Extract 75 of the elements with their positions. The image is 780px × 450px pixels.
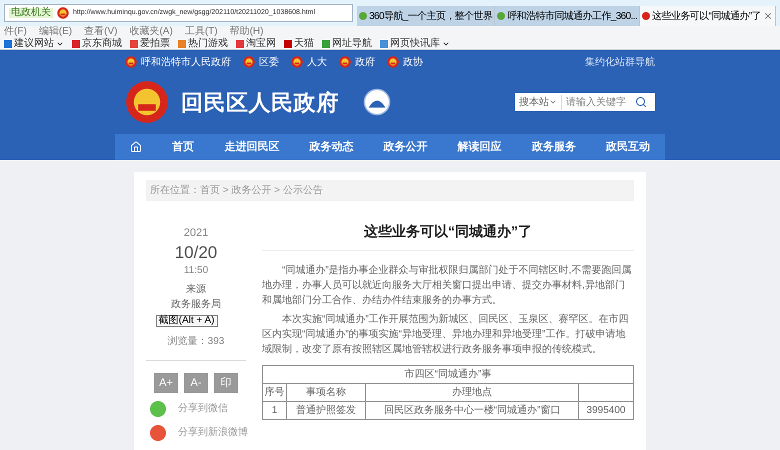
- menu-item[interactable]: 件(F): [4, 27, 27, 37]
- bookmark-item[interactable]: 京东商城: [72, 38, 122, 48]
- tab-title: 呼和浩特市同城通办工作_360...: [507, 10, 638, 24]
- emblem-icon: [125, 80, 169, 124]
- menu-item[interactable]: 收藏夹(A): [129, 27, 173, 37]
- share-link[interactable]: 分享到新浪微博: [178, 425, 248, 440]
- top-link[interactable]: 政府: [355, 54, 375, 70]
- bookmark-item[interactable]: 网页快讯库: [380, 38, 450, 48]
- nav-item[interactable]: 政务服务: [532, 138, 576, 156]
- site-title: 回民区人民政府: [181, 88, 339, 116]
- menu-item[interactable]: 编辑(E): [38, 27, 72, 37]
- column-header: 事项名称: [286, 384, 366, 402]
- menu-item[interactable]: 工具(T): [184, 27, 218, 37]
- bookmark-item[interactable]: 热门游戏: [178, 38, 228, 48]
- browser-tab[interactable]: 这些业务可以“同城通办”了: [640, 6, 776, 26]
- browser-tab[interactable]: 360导航_一个主页，整个世界: [357, 6, 496, 26]
- bookmark-item[interactable]: 建议网站: [4, 38, 64, 48]
- table-cell: 回民区政务服务中心一楼“同城通办”窗口: [366, 402, 579, 420]
- time-text: 11:50: [184, 264, 208, 278]
- browser-tab[interactable]: 呼和浩特市同城通办工作_360...: [495, 6, 640, 26]
- top-link[interactable]: 呼和浩特市人民政府: [141, 54, 231, 70]
- font-tool-button[interactable]: A-: [184, 372, 208, 393]
- logo-icon: [362, 88, 391, 116]
- table-cell: 普通护照签发: [286, 402, 366, 420]
- nav-item[interactable]: 走进回民区: [224, 138, 280, 156]
- date-text: 10/20: [174, 242, 218, 263]
- year-text: 2021: [184, 226, 208, 241]
- emblem-icon: [57, 7, 69, 19]
- nav-item[interactable]: 政务公开: [384, 138, 428, 156]
- top-link[interactable]: 政协: [403, 54, 423, 70]
- font-tool-button[interactable]: 印: [214, 372, 238, 393]
- article-paragraph: 本次实施“同城通办”工作开展范围为新城区、回民区、玉泉区、赛罕区。在市四区内实现“同城通办”的事项实施“异地受理、异地办理和异地受理”工作。打破申请地域限制，改变了原有按照辖区属地管辖权进行政务服务事项申报的传统模式。: [262, 312, 630, 357]
- source-text: 政务服务局: [171, 298, 221, 312]
- emblem-icon: [243, 56, 255, 68]
- bookmark-item[interactable]: 淘宝网: [236, 38, 276, 48]
- nav-item[interactable]: 首页: [172, 138, 194, 156]
- article-title: 这些业务可以“同城通办”了: [363, 222, 533, 241]
- share-link[interactable]: 分享到微信: [178, 401, 228, 416]
- nav-item[interactable]: 解读回应: [458, 138, 502, 156]
- views-text: 浏览量：393: [168, 336, 224, 347]
- tab-title: 360导航_一个主页，整个世界: [369, 10, 492, 24]
- search-icon[interactable]: [635, 96, 647, 108]
- tab-title: 这些业务可以“同城通办”了: [652, 10, 761, 24]
- top-link[interactable]: 区委: [259, 54, 279, 70]
- top-link[interactable]: 人大: [307, 54, 327, 70]
- emblem-icon: [387, 56, 399, 68]
- table-cell: 1: [262, 402, 287, 420]
- column-header: 序号: [262, 384, 287, 402]
- home-icon[interactable]: [130, 141, 142, 153]
- emblem-icon: [125, 56, 137, 68]
- emblem-icon: [291, 56, 303, 68]
- emblem-icon: [339, 56, 351, 68]
- nav-item[interactable]: 政务动态: [309, 138, 354, 156]
- page-icon: [497, 12, 506, 20]
- table-caption: 市四区“同城通办”事: [262, 366, 634, 384]
- bookmark-item[interactable]: 网址导航: [322, 38, 372, 48]
- address-badge: 电政机关: [9, 8, 53, 18]
- page-icon: [642, 12, 650, 20]
- article-paragraph: “同城通办”是指办事企业群众与审批权限归属部门处于不同辖区时,不需要跑回属地办理，办事人员可以就近向服务大厅相关窗口提出申请、提交办事材料,异地部门和属地部门分工合作、办结办件结束服务的办事方式。: [262, 264, 632, 308]
- page-icon: [359, 12, 368, 20]
- bookmark-item[interactable]: 天猫: [284, 38, 314, 48]
- site-nav-link[interactable]: 集约化站群导航: [585, 54, 655, 70]
- tooltip: 截图(Alt + A): [156, 314, 218, 327]
- nav-item[interactable]: 政民互动: [606, 138, 650, 156]
- menu-item[interactable]: 查看(V): [84, 27, 118, 37]
- search-field[interactable]: 搜本站 请输入关键字: [515, 93, 655, 111]
- close-icon[interactable]: [763, 11, 773, 21]
- column-header: 办理地点: [366, 384, 579, 402]
- font-tool-button[interactable]: A+: [154, 372, 178, 393]
- table-cell: 3995400: [578, 402, 634, 420]
- bookmark-item[interactable]: 爱拍票: [130, 38, 170, 48]
- source-label: 来源: [186, 282, 206, 297]
- breadcrumb: 所在位置：首页 > 政务公开 > 公示公告: [146, 180, 634, 201]
- caret-icon: [549, 98, 557, 106]
- menu-item[interactable]: 帮助(H): [230, 27, 264, 37]
